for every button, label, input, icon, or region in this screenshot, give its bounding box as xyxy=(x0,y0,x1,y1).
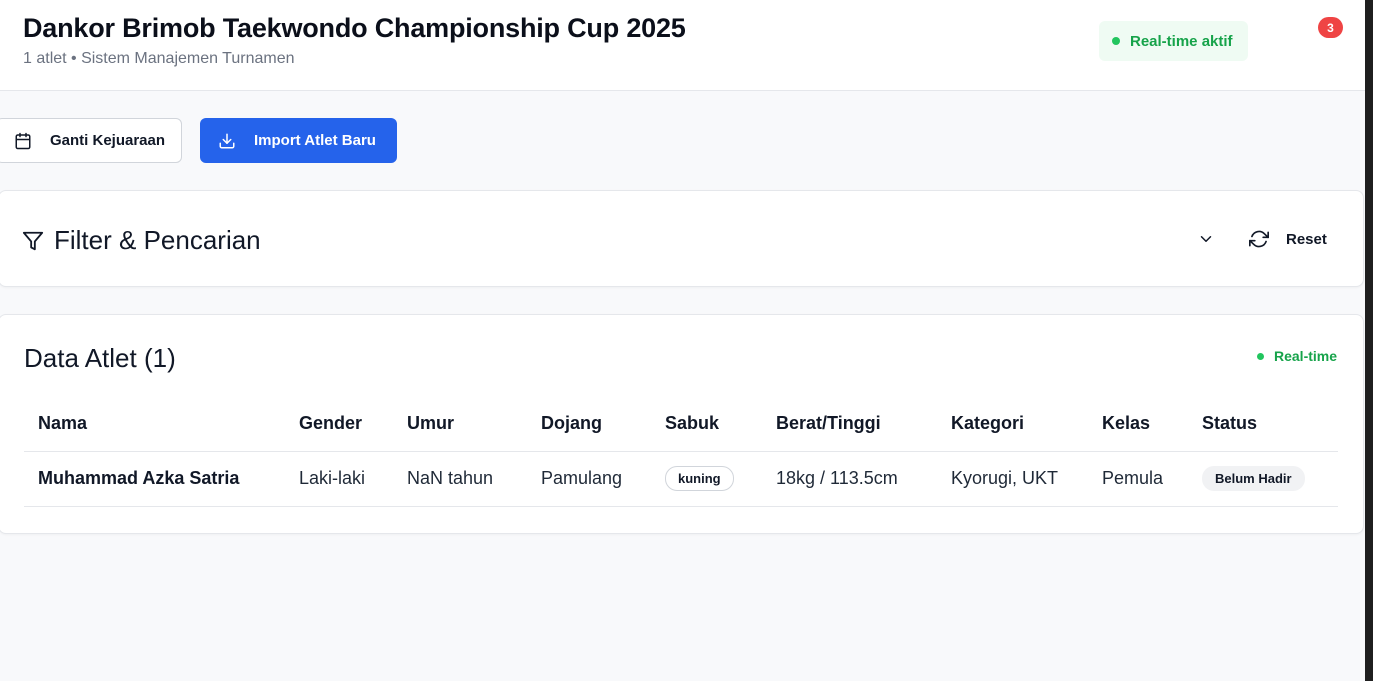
chevron-down-icon[interactable] xyxy=(1197,230,1215,248)
realtime-indicator: Real-time xyxy=(1257,348,1337,364)
reset-filter-button[interactable]: Reset xyxy=(1249,227,1327,251)
column-header-name[interactable]: Nama xyxy=(24,397,285,452)
athlete-table: Nama Gender Umur Dojang Sabuk Berat/Ting… xyxy=(24,397,1338,507)
column-header-status[interactable]: Status xyxy=(1188,397,1338,452)
import-athletes-label: Import Atlet Baru xyxy=(254,132,376,149)
athlete-weight-height: 18kg / 113.5cm xyxy=(762,451,937,507)
athlete-name: Muhammad Azka Satria xyxy=(24,451,285,507)
athlete-gender: Laki-laki xyxy=(285,451,393,507)
column-header-age[interactable]: Umur xyxy=(393,397,527,452)
realtime-status-badge: Real-time aktif xyxy=(1099,21,1248,61)
athlete-status-cell: Belum Hadir xyxy=(1188,451,1338,507)
import-athletes-button[interactable]: Import Atlet Baru xyxy=(200,118,397,163)
column-header-dojang[interactable]: Dojang xyxy=(527,397,651,452)
column-header-belt[interactable]: Sabuk xyxy=(651,397,762,452)
filter-card: Filter & Pencarian Reset xyxy=(0,190,1364,287)
status-badge: Belum Hadir xyxy=(1202,466,1305,491)
athlete-dojang: Pamulang xyxy=(527,451,651,507)
athlete-belt-cell: kuning xyxy=(651,451,762,507)
column-header-gender[interactable]: Gender xyxy=(285,397,393,452)
window-edge xyxy=(1365,0,1373,681)
realtime-status-label: Real-time aktif xyxy=(1130,32,1233,50)
download-icon xyxy=(218,132,236,150)
athlete-data-title: Data Atlet (1) xyxy=(24,343,176,373)
table-header-row: Nama Gender Umur Dojang Sabuk Berat/Ting… xyxy=(24,397,1338,452)
notification-badge[interactable]: 3 xyxy=(1318,17,1343,38)
athlete-age: NaN tahun xyxy=(393,451,527,507)
realtime-indicator-label: Real-time xyxy=(1274,348,1338,364)
calendar-icon xyxy=(14,132,32,150)
refresh-icon xyxy=(1249,229,1269,249)
page-subtitle: 1 atlet • Sistem Manajemen Turnamen xyxy=(23,50,295,67)
column-header-class[interactable]: Kelas xyxy=(1088,397,1188,452)
change-tournament-button[interactable]: Ganti Kejuaraan xyxy=(0,118,182,163)
realtime-dot-icon xyxy=(1112,37,1120,45)
athlete-category: Kyorugi, UKT xyxy=(937,451,1088,507)
table-row[interactable]: Muhammad Azka Satria Laki-laki NaN tahun… xyxy=(24,451,1338,507)
filter-icon xyxy=(22,230,44,252)
realtime-dot-icon xyxy=(1257,352,1264,360)
athlete-class: Pemula xyxy=(1088,451,1188,507)
belt-badge: kuning xyxy=(665,466,734,491)
page-header: Dankor Brimob Taekwondo Championship Cup… xyxy=(0,0,1365,91)
page: Dankor Brimob Taekwondo Championship Cup… xyxy=(0,0,1373,681)
reset-label: Reset xyxy=(1286,230,1327,248)
change-tournament-label: Ganti Kejuaraan xyxy=(50,132,166,149)
athlete-data-card: Data Atlet (1) Real-time Nama Gender Umu… xyxy=(0,314,1364,534)
column-header-weight-height[interactable]: Berat/Tinggi xyxy=(762,397,937,452)
column-header-category[interactable]: Kategori xyxy=(937,397,1088,452)
filter-title-label: Filter & Pencarian xyxy=(54,225,261,255)
page-title: Dankor Brimob Taekwondo Championship Cup… xyxy=(23,13,686,43)
filter-title: Filter & Pencarian xyxy=(22,225,261,256)
